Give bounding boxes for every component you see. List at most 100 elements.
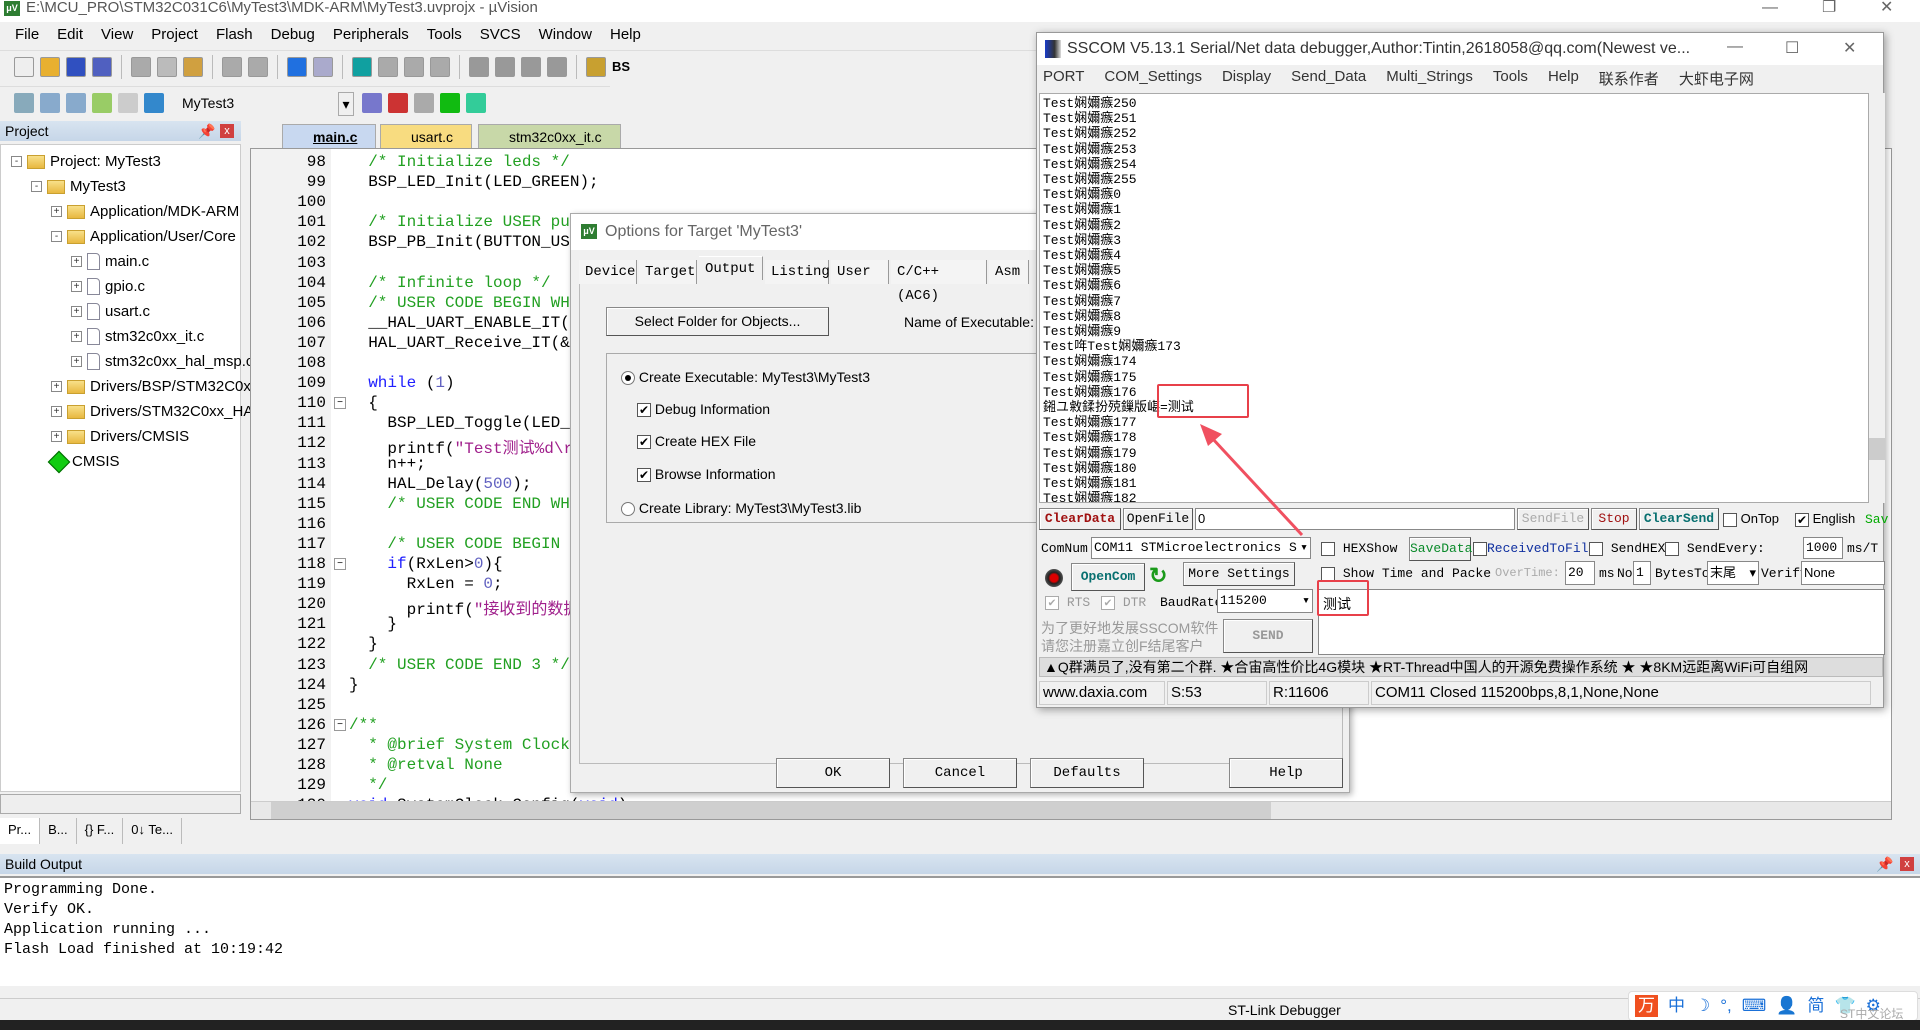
more-settings-button[interactable]: More Settings bbox=[1183, 562, 1295, 586]
show-time-checkbox[interactable]: Show Time and Packe bbox=[1321, 566, 1491, 581]
browse-info-checkbox[interactable]: ✔ Browse Information bbox=[637, 466, 776, 483]
save-data-button[interactable]: SaveData bbox=[1409, 537, 1472, 561]
panel-tab[interactable]: Pr... bbox=[0, 818, 41, 844]
ime-simplified[interactable]: 简 bbox=[1808, 995, 1825, 1017]
dialog-tab-device[interactable]: Device bbox=[579, 260, 637, 284]
sscom-menu-item[interactable]: Send_Data bbox=[1291, 68, 1366, 90]
help-button[interactable]: Help bbox=[1229, 758, 1343, 788]
panel-tab[interactable]: B... bbox=[40, 818, 77, 844]
rts-checkbox[interactable]: ✔ RTS bbox=[1045, 595, 1090, 610]
save-icon[interactable] bbox=[66, 56, 86, 77]
sscom-menu-item[interactable]: Tools bbox=[1493, 68, 1528, 90]
fold-toggle-icon[interactable]: − bbox=[334, 397, 346, 410]
bytes-to-select[interactable]: 末尾 ▾ bbox=[1707, 561, 1759, 585]
tree-item[interactable]: + gpio.c bbox=[71, 274, 145, 299]
dialog-tab-target[interactable]: Target bbox=[639, 260, 697, 284]
translate-icon[interactable] bbox=[14, 92, 34, 113]
file-tab[interactable]: usart.c bbox=[380, 124, 473, 148]
receive-area[interactable]: Test娴嬭瘯250 Test娴嬭瘯251 Test娴嬭瘯252 Test娴嬭瘯253… bbox=[1039, 93, 1869, 503]
tree-item[interactable]: + usart.c bbox=[71, 299, 150, 324]
create-library-radio[interactable]: Create Library: MyTest3\MyTest3.lib bbox=[621, 500, 861, 517]
defaults-button[interactable]: Defaults bbox=[1030, 758, 1144, 788]
hexshow-checkbox[interactable]: HEXShow bbox=[1321, 541, 1397, 556]
open-com-button[interactable]: OpenCom bbox=[1071, 563, 1145, 591]
bookmark-next-icon[interactable] bbox=[404, 56, 424, 77]
tree-item[interactable]: + Drivers/CMSIS bbox=[51, 424, 189, 449]
tree-item[interactable]: - Project: MyTest3 bbox=[11, 149, 161, 174]
rte-icon[interactable] bbox=[466, 92, 486, 113]
expand-icon[interactable]: + bbox=[71, 356, 82, 367]
minimize-button[interactable]: — bbox=[1762, 0, 1778, 16]
stop-button[interactable]: Stop bbox=[1591, 508, 1637, 530]
tree-item[interactable]: - Application/User/Core bbox=[51, 224, 236, 249]
indent-icon[interactable] bbox=[469, 56, 489, 77]
collapse-icon[interactable]: - bbox=[11, 156, 22, 167]
ime-mode-chinese[interactable]: 中 bbox=[1668, 995, 1685, 1017]
pin-icon[interactable]: 📌 bbox=[1876, 854, 1893, 874]
refresh-icon[interactable]: ↻ bbox=[1149, 563, 1167, 589]
target-options-icon[interactable] bbox=[362, 92, 382, 113]
save-all-icon[interactable] bbox=[92, 56, 112, 77]
tree-item[interactable]: + Application/MDK-ARM bbox=[51, 199, 239, 224]
expand-icon[interactable]: + bbox=[71, 331, 82, 342]
copy-icon[interactable] bbox=[157, 56, 177, 77]
menu-window[interactable]: Window bbox=[530, 24, 601, 46]
dialog-tab-user[interactable]: User bbox=[831, 260, 889, 284]
dialog-tab-listing[interactable]: Listing bbox=[765, 260, 830, 284]
unindent-icon[interactable] bbox=[495, 56, 515, 77]
send-every-checkbox[interactable]: SendEvery: bbox=[1665, 541, 1765, 556]
sscom-menu-item[interactable]: PORT bbox=[1043, 68, 1084, 90]
new-file-icon[interactable] bbox=[14, 56, 34, 77]
verify-select[interactable]: None bbox=[1801, 561, 1885, 585]
panel-tab[interactable]: {} F... bbox=[77, 818, 124, 844]
sscom-minimize-button[interactable]: — bbox=[1727, 38, 1743, 56]
pack-installer-icon[interactable] bbox=[440, 92, 460, 113]
baudrate-select[interactable]: 115200 ▾ bbox=[1217, 589, 1313, 613]
collapse-icon[interactable]: - bbox=[31, 181, 42, 192]
pin-icon[interactable]: 📌 bbox=[198, 121, 215, 141]
overtime-input[interactable]: 20 bbox=[1565, 561, 1595, 585]
paste-icon[interactable] bbox=[183, 56, 203, 77]
menu-edit[interactable]: Edit bbox=[48, 24, 92, 46]
batch-build-icon[interactable] bbox=[92, 92, 112, 113]
maximize-button[interactable]: ❐ bbox=[1822, 0, 1836, 16]
expand-icon[interactable]: + bbox=[71, 306, 82, 317]
menu-tools[interactable]: Tools bbox=[418, 24, 471, 46]
fold-toggle-icon[interactable]: − bbox=[334, 558, 346, 570]
bookmark-prev-icon[interactable] bbox=[378, 56, 398, 77]
editor-hscrollbar[interactable] bbox=[251, 801, 1891, 819]
project-hscrollbar[interactable] bbox=[0, 794, 241, 814]
send-button[interactable]: SEND bbox=[1223, 619, 1313, 653]
build-output-text[interactable]: Programming Done. Verify OK. Application r… bbox=[0, 876, 1920, 986]
sendhex-checkbox[interactable]: SendHEX bbox=[1589, 541, 1665, 556]
fold-toggle-icon[interactable]: − bbox=[334, 718, 346, 731]
dialog-tab-ccac6[interactable]: C/C++ (AC6) bbox=[891, 260, 987, 304]
create-hex-checkbox[interactable]: ✔ Create HEX File bbox=[637, 433, 756, 450]
create-executable-radio[interactable]: Create Executable: MyTest3\MyTest3 bbox=[621, 369, 870, 386]
expand-icon[interactable]: + bbox=[51, 431, 62, 442]
undo-icon[interactable] bbox=[222, 56, 242, 77]
english-checkbox[interactable]: ✔ English bbox=[1795, 511, 1855, 527]
sscom-menu-item[interactable]: 大虾电子网 bbox=[1679, 68, 1754, 90]
sscom-menu-item[interactable]: Multi_Strings bbox=[1386, 68, 1473, 90]
expand-icon[interactable]: + bbox=[51, 381, 62, 392]
tree-item[interactable]: - MyTest3 bbox=[31, 174, 126, 199]
tree-item[interactable]: + Drivers/STM32C0xx_HAL bbox=[51, 399, 262, 424]
close-panel-icon[interactable]: x bbox=[220, 124, 234, 138]
expand-icon[interactable]: + bbox=[71, 281, 82, 292]
select-packs-icon[interactable] bbox=[414, 92, 434, 113]
bookmark-clear-icon[interactable] bbox=[430, 56, 450, 77]
user-icon[interactable]: 👤 bbox=[1776, 995, 1797, 1017]
manage-components-icon[interactable] bbox=[388, 92, 408, 113]
expand-icon[interactable]: + bbox=[51, 206, 62, 217]
menu-project[interactable]: Project bbox=[142, 24, 207, 46]
panel-tab[interactable]: 0↓ Te... bbox=[123, 818, 182, 844]
menu-help[interactable]: Help bbox=[601, 24, 650, 46]
sscom-menu-item[interactable]: Help bbox=[1548, 68, 1579, 90]
load-icon[interactable] bbox=[144, 92, 164, 113]
tree-item[interactable]: CMSIS bbox=[47, 449, 120, 474]
clear-data-button[interactable]: ClearData bbox=[1039, 508, 1121, 530]
file-path-input[interactable]: 0 bbox=[1195, 508, 1515, 530]
bookmark-icon[interactable] bbox=[352, 56, 372, 77]
send-every-input[interactable]: 1000 bbox=[1803, 537, 1843, 559]
